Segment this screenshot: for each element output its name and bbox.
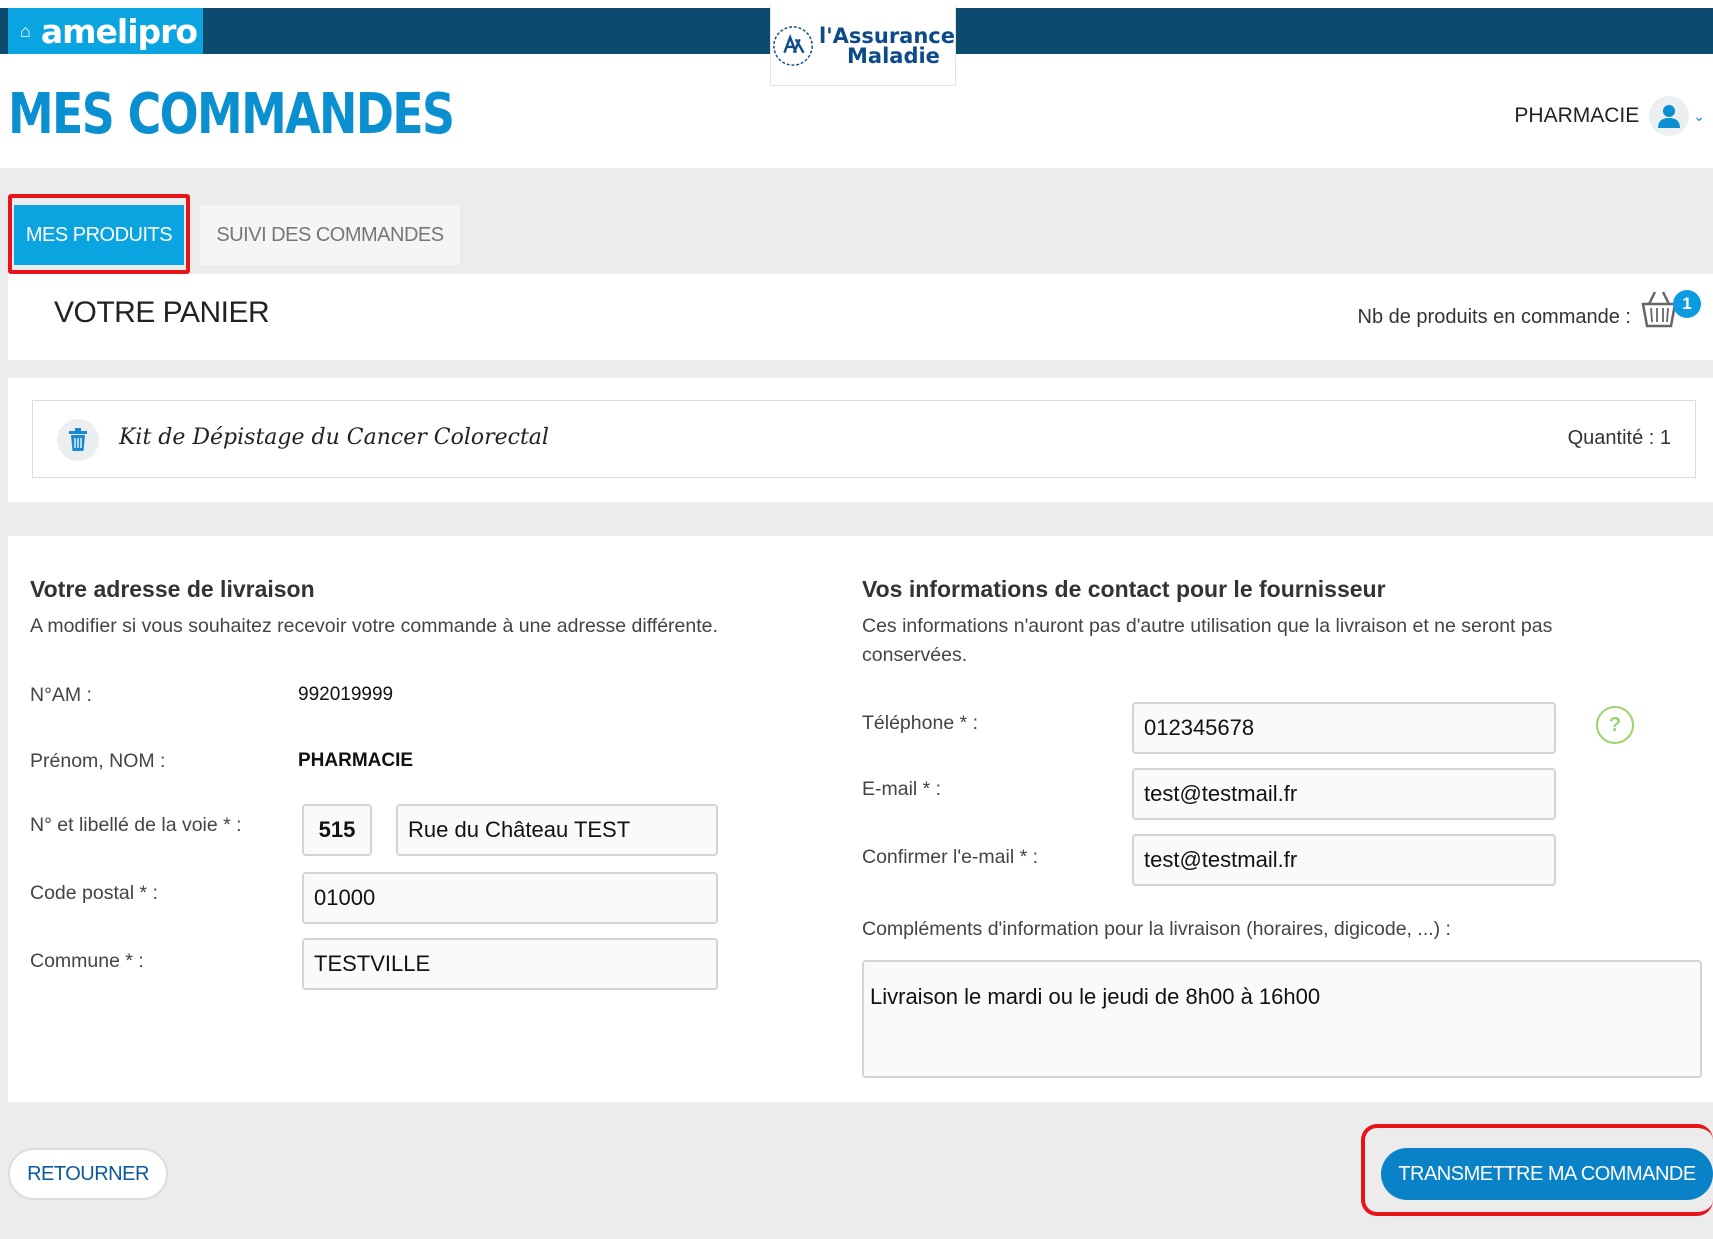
email-field[interactable]	[1132, 768, 1556, 820]
city-field[interactable]	[302, 938, 718, 990]
user-avatar	[1649, 96, 1690, 136]
logo-line2: Maladie	[847, 43, 940, 68]
product-quantity: Quantité : 1	[1567, 427, 1671, 449]
street-label: N° et libellé de la voie * :	[30, 814, 242, 836]
help-icon[interactable]: ?	[1596, 706, 1634, 744]
delivery-title: Votre adresse de livraison	[30, 576, 315, 602]
page-title: MES COMMANDES	[8, 82, 455, 147]
delete-product-button[interactable]	[57, 419, 99, 461]
delivery-info-label: Compléments d'information pour la livrai…	[862, 918, 1451, 940]
name-label: Prénom, NOM :	[30, 750, 166, 772]
phone-field[interactable]	[1132, 702, 1556, 754]
confirm-email-field[interactable]	[1132, 834, 1556, 886]
street-number-field[interactable]	[302, 804, 372, 856]
product-list: Kit de Dépistage du Cancer Colorectal Qu…	[8, 378, 1713, 502]
chevron-down-icon: ⌄	[1693, 107, 1705, 124]
user-label: PHARMACIE	[1514, 104, 1640, 127]
amelipro-logo[interactable]: ⌂ amelipro	[8, 8, 203, 54]
product-name: Kit de Dépistage du Cancer Colorectal	[119, 425, 549, 450]
street-name-field[interactable]	[396, 804, 718, 856]
contact-description: Ces informations n'auront pas d'autre ut…	[862, 615, 1553, 666]
delivery-description: A modifier si vous souhaitez recevoir vo…	[30, 615, 718, 637]
cart-title: VOTRE PANIER	[54, 296, 270, 329]
highlight-box-submit	[1361, 1124, 1713, 1216]
postal-code-field[interactable]	[302, 872, 718, 924]
city-label: Commune * :	[30, 950, 144, 972]
user-icon	[1658, 105, 1681, 128]
back-button[interactable]: RETOURNER	[8, 1148, 168, 1200]
brand-name: amelipro	[40, 11, 198, 51]
user-menu[interactable]: PHARMACIE ⌄	[1514, 96, 1705, 136]
order-form: Votre adresse de livraison A modifier si…	[8, 536, 1713, 1102]
cart-header: VOTRE PANIER Nb de produits en commande …	[8, 274, 1713, 360]
name-value: PHARMACIE	[298, 750, 414, 771]
assurance-maladie-logo: l'Assurance Maladie	[770, 6, 956, 86]
nam-label: N°AM :	[30, 684, 92, 706]
postal-code-label: Code postal * :	[30, 882, 158, 904]
confirm-email-label: Confirmer l'e-mail * :	[862, 846, 1039, 868]
home-icon: ⌂	[20, 20, 31, 41]
nam-value: 992019999	[298, 684, 394, 705]
trash-icon	[69, 428, 87, 451]
list-item: Kit de Dépistage du Cancer Colorectal Qu…	[32, 400, 1696, 478]
phone-label: Téléphone * :	[862, 712, 979, 734]
contact-title: Vos informations de contact pour le four…	[862, 576, 1386, 602]
logo-line1: l'Assurance	[819, 23, 955, 48]
cart-count-label: Nb de produits en commande :	[1357, 306, 1632, 328]
delivery-info-field[interactable]: Livraison le mardi ou le jeudi de 8h00 à…	[862, 960, 1702, 1078]
cart-count-badge: 1	[1673, 290, 1701, 318]
email-label: E-mail * :	[862, 778, 942, 800]
tab-suivi-des-commandes[interactable]: SUIVI DES COMMANDES	[200, 205, 460, 265]
highlight-box-tab	[8, 194, 190, 274]
assurance-maladie-emblem-icon	[773, 25, 813, 66]
